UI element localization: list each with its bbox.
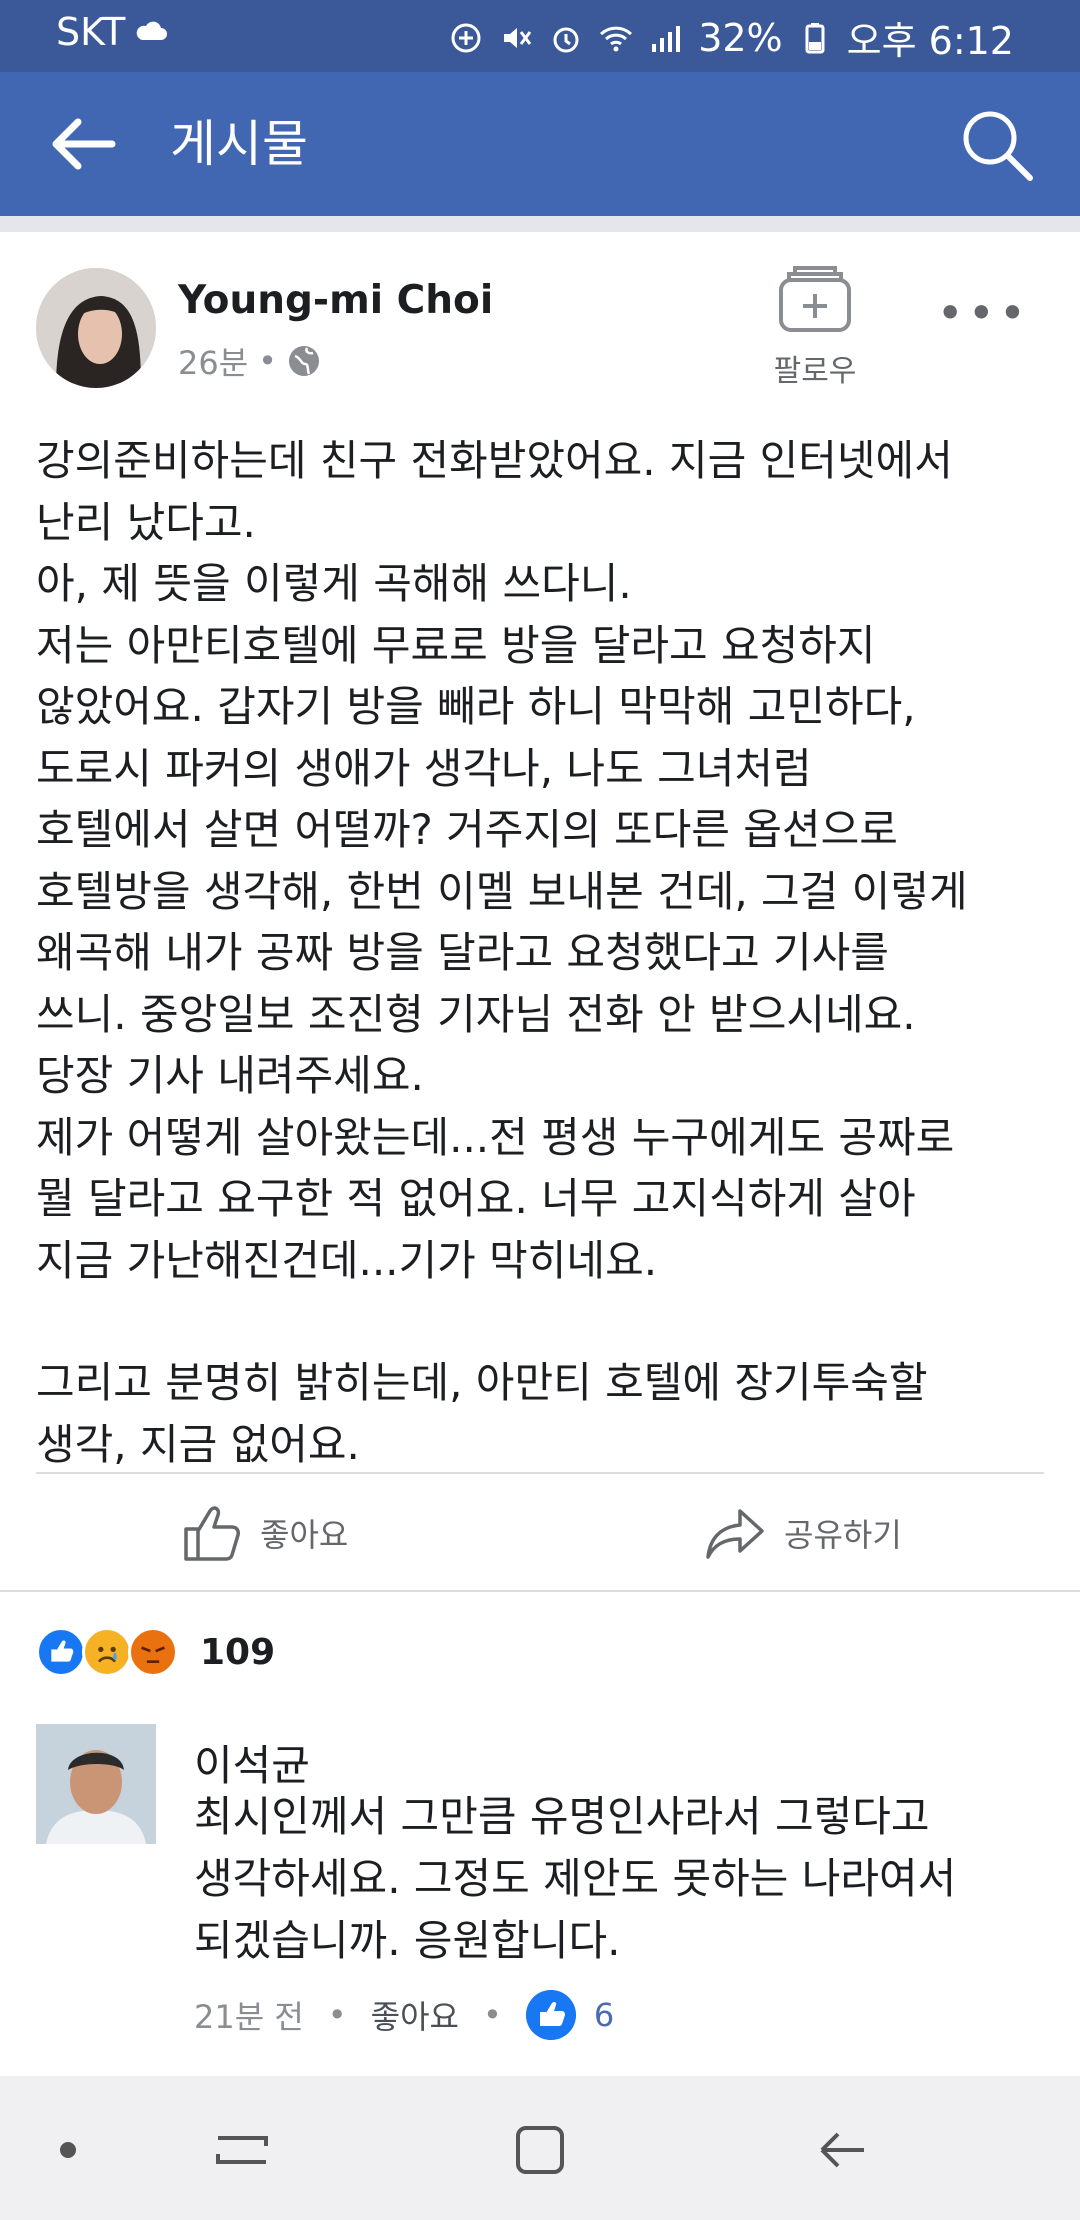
follow-plus-icon (779, 266, 851, 332)
reaction-count: 109 (200, 1631, 276, 1673)
meta-dot: • (258, 342, 278, 380)
post-text: 강의준비하는데 친구 전화받았어요. 지금 인터넷에서 난리 났다고. 아, 제… (36, 430, 1046, 1475)
home-icon[interactable] (508, 2118, 572, 2182)
globe-icon (289, 346, 320, 376)
share-button[interactable]: 공유하기 (704, 1498, 902, 1568)
commenter-name[interactable]: 이석균 (194, 1732, 310, 1793)
battery-icon (805, 22, 825, 53)
actions-divider (36, 1472, 1044, 1474)
reactions-summary[interactable]: 109 (36, 1626, 275, 1678)
like-button[interactable]: 좋아요 (180, 1498, 348, 1568)
post-paragraph-2: 그리고 분명히 밝히는데, 아만티 호텔에 장기투숙할 생각, 지금 없어요. (36, 1358, 928, 1469)
avatar-photo (36, 268, 156, 388)
data-saver-icon (451, 23, 481, 52)
wifi-icon (600, 26, 633, 51)
search-icon[interactable] (956, 104, 1036, 184)
like-reaction-icon (36, 1627, 86, 1677)
comment-text: 최시인께서 그만큼 유명인사라서 그렇다고 생각하세요. 그정도 제안도 못하는… (194, 1792, 957, 1965)
signal-icon (652, 25, 681, 52)
commenter-photo (36, 1724, 156, 1844)
post-paragraph-1: 강의준비하는데 친구 전화받았어요. 지금 인터넷에서 난리 났다고. 아, 제… (36, 436, 968, 1285)
recents-icon[interactable] (210, 2118, 274, 2182)
status-bar: SKT 32% 오후 6:12 (0, 0, 1080, 72)
author-avatar[interactable] (36, 268, 156, 388)
comment-meta: 21분 전 • 좋아요 • 6 (194, 1990, 614, 2040)
cloud-icon (137, 21, 168, 40)
comment-like-icon (525, 1990, 576, 2040)
comment-like-button[interactable]: 좋아요 (371, 1992, 459, 2038)
comment-time: 21분 전 (194, 1998, 304, 2036)
like-label: 좋아요 (260, 1516, 349, 1554)
share-label: 공유하기 (784, 1516, 902, 1554)
system-nav-bar (0, 2076, 1080, 2220)
back-icon[interactable] (812, 2118, 876, 2182)
follow-label: 팔로우 (773, 354, 857, 389)
status-left: SKT (56, 10, 169, 54)
back-arrow-icon[interactable] (48, 112, 120, 176)
carrier-label: SKT (56, 10, 126, 54)
commenter-avatar[interactable] (36, 1724, 156, 1844)
battery-percent: 32% (698, 15, 783, 60)
clock: 오후 6:12 (846, 19, 1014, 63)
more-options-icon[interactable]: ••• (937, 286, 1030, 340)
sad-reaction-icon (82, 1627, 132, 1677)
post-time[interactable]: 26분 (178, 338, 248, 384)
share-arrow-icon (706, 1509, 764, 1559)
status-right: 32% 오후 6:12 (448, 10, 1014, 65)
page-title: 게시물 (170, 115, 308, 173)
angry-reaction-icon (128, 1627, 178, 1677)
comment-like-count: 6 (593, 1996, 615, 2034)
thumbs-up-icon (184, 1506, 240, 1561)
author-name[interactable]: Young-mi Choi (178, 278, 493, 323)
follow-button[interactable]: 팔로우 (760, 262, 870, 390)
post-meta: 26분 • (178, 338, 321, 384)
dot-icon[interactable] (36, 2118, 100, 2182)
comment-meta-dot: • (327, 1996, 347, 2034)
app-bar: 게시물 (0, 72, 1080, 216)
mute-icon (504, 27, 532, 48)
section-divider (0, 216, 1080, 232)
alarm-icon (553, 27, 579, 52)
comments-divider (0, 1590, 1080, 1592)
comment-meta-dot-2: • (482, 1996, 502, 2034)
